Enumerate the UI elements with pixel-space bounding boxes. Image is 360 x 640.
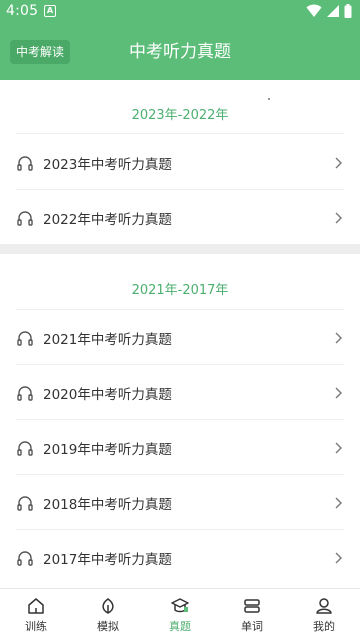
list-item-label: 2023年中考听力真题	[43, 156, 172, 173]
decorative-dot	[268, 98, 270, 100]
chevron-right-icon	[335, 552, 342, 563]
tab-label: 单词	[241, 619, 263, 633]
list-item-2018[interactable]: 2018年中考听力真题	[0, 475, 360, 530]
section-separator	[0, 244, 360, 254]
list-item-2021[interactable]: 2021年中考听力真题	[0, 310, 360, 365]
status-icons	[306, 4, 352, 18]
chevron-right-icon	[335, 212, 342, 223]
book-icon	[244, 598, 260, 613]
chevron-right-icon	[335, 442, 342, 453]
tab-real-exam[interactable]: 真题	[144, 589, 216, 640]
list-item-label: 2022年中考听力真题	[43, 211, 172, 228]
headphones-icon	[17, 155, 33, 171]
home-icon	[28, 597, 44, 614]
headphones-icon	[17, 330, 33, 346]
notification-a-icon: A	[44, 5, 56, 17]
tab-mine[interactable]: 我的	[288, 589, 360, 640]
list-item-2023[interactable]: 2023年中考听力真题	[0, 135, 360, 190]
page-title: 中考听力真题	[129, 42, 231, 62]
headphones-icon	[17, 495, 33, 511]
headphones-icon	[17, 385, 33, 401]
tab-label: 真题	[169, 619, 191, 633]
list-item-label: 2017年中考听力真题	[43, 551, 172, 568]
bottom-tab-bar: 训练 模拟 真题 单词 我的	[0, 588, 360, 640]
chevron-right-icon	[335, 332, 342, 343]
tab-mock[interactable]: 模拟	[72, 589, 144, 640]
tab-label: 训练	[25, 619, 47, 633]
chevron-right-icon	[335, 387, 342, 398]
app-header: 4:05 A 中考解读 中考听力真题	[0, 0, 360, 80]
section-title-2023-2022: 2023年-2022年	[131, 108, 229, 123]
list-item-label: 2019年中考听力真题	[43, 441, 172, 458]
headphones-icon	[17, 440, 33, 456]
battery-icon	[344, 4, 352, 18]
divider	[16, 133, 344, 134]
signal-icon	[327, 5, 339, 17]
leaf-icon	[102, 597, 114, 614]
graduation-cap-icon	[171, 597, 189, 612]
list-item-2020[interactable]: 2020年中考听力真题	[0, 365, 360, 420]
chevron-right-icon	[335, 157, 342, 168]
list-item-label: 2020年中考听力真题	[43, 386, 172, 403]
wifi-icon	[306, 4, 322, 17]
headphones-icon	[17, 210, 33, 226]
tab-label: 模拟	[97, 619, 119, 633]
list-item-2017[interactable]: 2017年中考听力真题	[0, 530, 360, 585]
headphones-icon	[17, 550, 33, 566]
section-title-2021-2017: 2021年-2017年	[131, 283, 229, 298]
chevron-right-icon	[335, 497, 342, 508]
list-item-2022[interactable]: 2022年中考听力真题	[0, 190, 360, 245]
list-item-2019[interactable]: 2019年中考听力真题	[0, 420, 360, 475]
person-icon	[316, 597, 332, 614]
tab-training[interactable]: 训练	[0, 589, 72, 640]
tab-label: 我的	[313, 619, 335, 633]
list-item-label: 2021年中考听力真题	[43, 331, 172, 348]
tab-words[interactable]: 单词	[216, 589, 288, 640]
status-bar: 4:05 A	[0, 0, 360, 24]
list-item-label: 2018年中考听力真题	[43, 496, 172, 513]
status-time: 4:05	[6, 3, 39, 19]
